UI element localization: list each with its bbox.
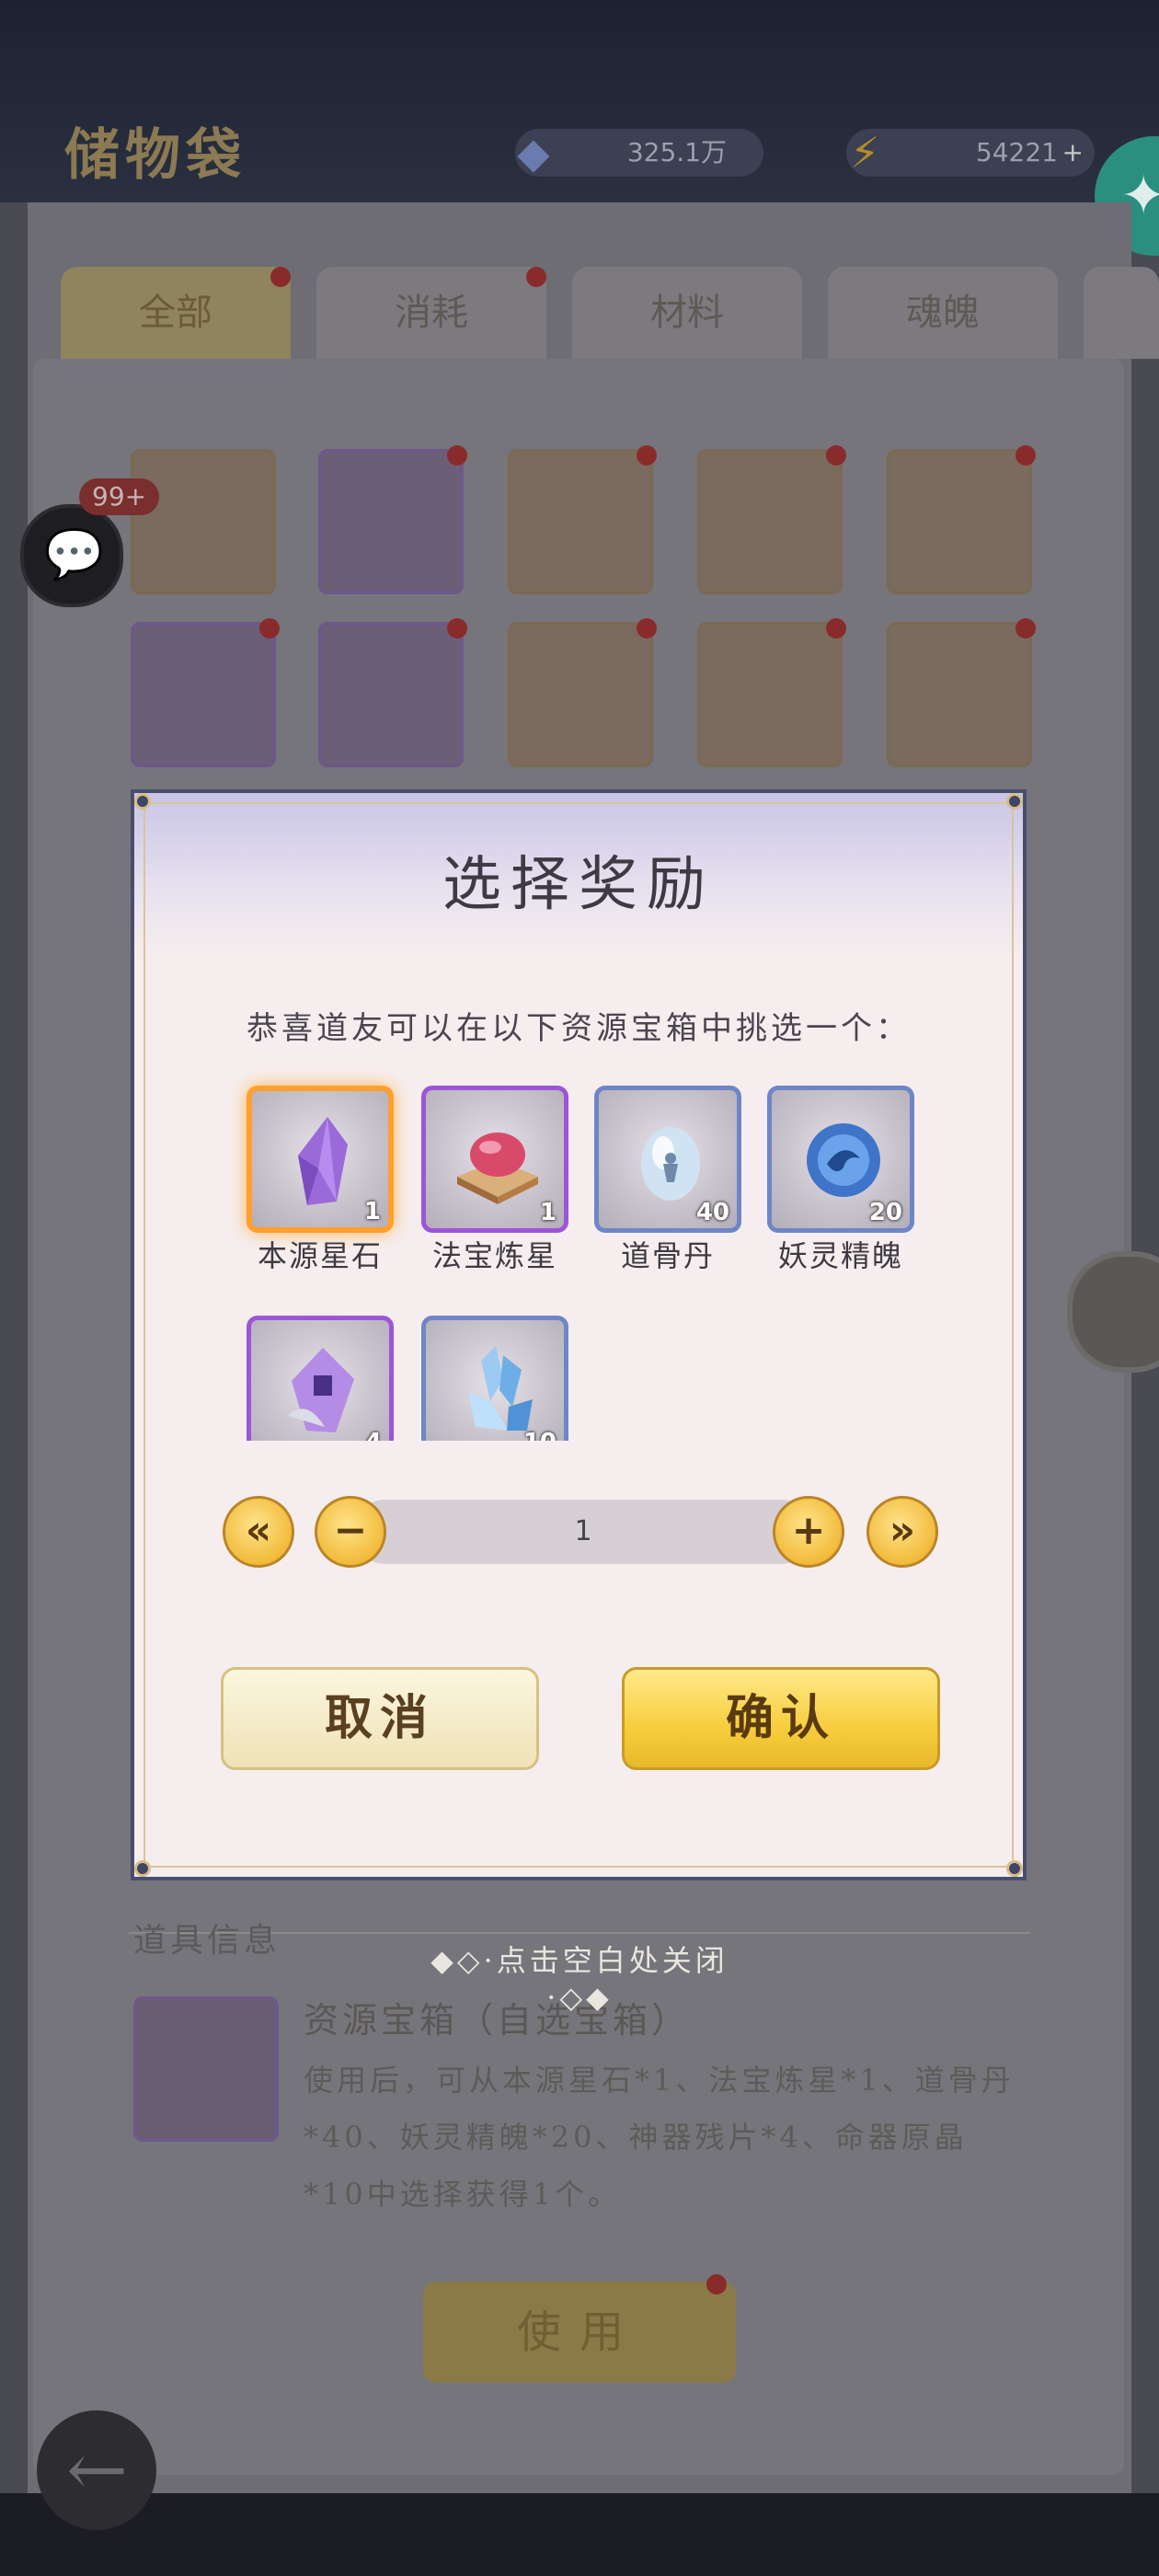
tab-consumable[interactable]: 消耗: [316, 267, 546, 359]
inventory-slot[interactable]: [318, 445, 467, 594]
double-chevron-left-icon: «: [245, 1507, 272, 1554]
select-reward-dialog: 选择奖励 恭喜道友可以在以下资源宝箱中挑选一个： 1 1 40 20 本源星石 …: [131, 789, 1027, 1880]
frame-corner-icon: [134, 793, 151, 810]
item-description: 使用后，可从本源星石*1、法宝炼星*1、道骨丹*40、妖灵精魄*20、神器残片*…: [304, 2063, 1015, 2212]
page-title: 储物袋: [64, 123, 247, 188]
frame-corner-icon: [1006, 1860, 1023, 1877]
max-quantity-button[interactable]: »: [866, 1496, 938, 1568]
increase-button[interactable]: +: [773, 1496, 844, 1568]
reward-option[interactable]: 40: [594, 1086, 741, 1233]
cancel-button[interactable]: 取消: [221, 1667, 539, 1770]
reward-label: 法宝炼星: [431, 1238, 557, 1273]
reward-option[interactable]: 4: [247, 1316, 394, 1441]
inventory-slot[interactable]: [131, 449, 276, 594]
reward-list-scroll[interactable]: 4 10: [235, 1308, 935, 1441]
chat-bubble-icon: 💬: [44, 527, 104, 582]
double-chevron-right-icon: »: [889, 1507, 916, 1554]
chat-button[interactable]: 💬: [20, 504, 123, 607]
inventory-slot[interactable]: [697, 445, 846, 594]
inventory-slot[interactable]: [508, 445, 657, 594]
plus-icon: +: [791, 1507, 826, 1554]
lightning-icon: ⚡: [849, 128, 880, 178]
inventory-slot[interactable]: [508, 618, 657, 767]
reward-option[interactable]: 1: [247, 1086, 394, 1233]
inventory-slot[interactable]: [887, 445, 1036, 594]
resource-counter-stone[interactable]: ◆ 325.1万: [515, 128, 763, 178]
tab-all[interactable]: 全部: [61, 267, 291, 359]
minus-icon: −: [333, 1507, 368, 1554]
dialog-prompt: 恭喜道友可以在以下资源宝箱中挑选一个：: [247, 1010, 911, 1047]
inventory-slot[interactable]: [887, 618, 1036, 767]
back-button[interactable]: ←: [37, 2410, 156, 2530]
bone-pill-icon: [641, 1127, 700, 1201]
add-energy-icon[interactable]: +: [1062, 129, 1084, 177]
reward-label: 本源星石: [257, 1238, 383, 1273]
decrease-button[interactable]: −: [315, 1496, 386, 1568]
spirit-stone-icon: ◆: [517, 128, 550, 178]
close-hint[interactable]: ◆◇·点击空白处关闭·◇◆: [405, 1938, 754, 2015]
spirit-orb-icon: [807, 1123, 880, 1197]
tab-more[interactable]: [1084, 267, 1159, 359]
dialog-title: 选择奖励: [442, 851, 715, 919]
artifact-shard-icon: [288, 1348, 354, 1432]
bottom-bar: [0, 2493, 1159, 2576]
inventory-slot[interactable]: [131, 618, 280, 767]
min-quantity-button[interactable]: «: [223, 1496, 294, 1568]
resource-counter-energy[interactable]: ⚡ 54221 +: [846, 128, 1095, 178]
section-title: 道具信息: [133, 1922, 281, 1960]
reward-label: 道骨丹: [620, 1238, 715, 1273]
confirm-button[interactable]: 确认: [622, 1667, 940, 1770]
quantity-value[interactable]: 1: [353, 1500, 813, 1564]
reward-option[interactable]: 10: [421, 1316, 568, 1441]
reward-label: 妖灵精魄: [777, 1238, 903, 1273]
frame-corner-icon: [134, 1860, 151, 1877]
reward-option[interactable]: 20: [767, 1086, 914, 1233]
tab-material[interactable]: 材料: [572, 267, 802, 359]
item-preview: [133, 1996, 279, 2142]
tab-soul[interactable]: 魂魄: [828, 267, 1058, 359]
back-arrow-icon: ←: [66, 2427, 129, 2513]
use-button[interactable]: 使用: [423, 2274, 736, 2383]
reward-option[interactable]: 1: [421, 1086, 568, 1233]
purple-crystal-icon: [298, 1117, 348, 1205]
ice-crystal-icon: [468, 1346, 533, 1431]
inventory-slot[interactable]: [318, 618, 467, 767]
chat-badge: 99+: [79, 478, 160, 515]
inventory-slot[interactable]: [697, 618, 846, 767]
frame-corner-icon: [1006, 793, 1023, 810]
avatar[interactable]: [1067, 1251, 1159, 1373]
red-gem-pedestal-icon: [457, 1133, 538, 1204]
